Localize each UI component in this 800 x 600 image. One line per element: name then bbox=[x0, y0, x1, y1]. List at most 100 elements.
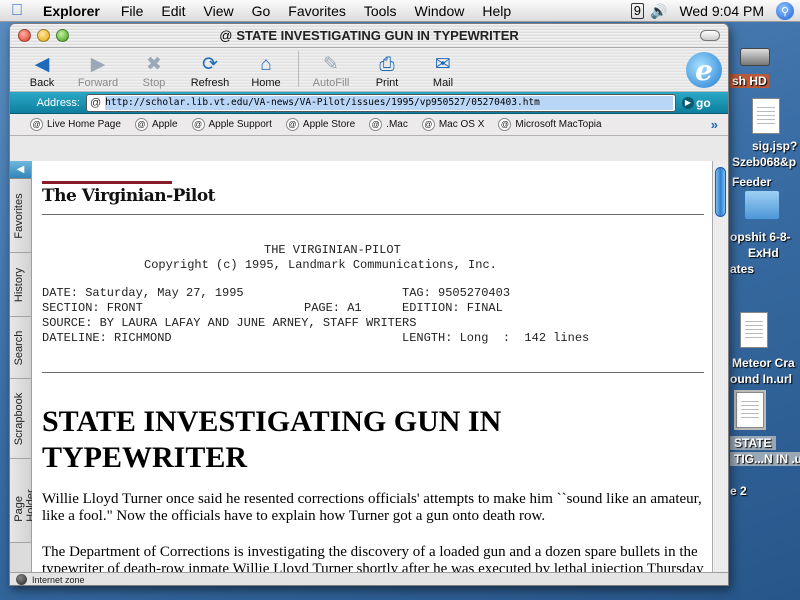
favorite-microsoft-mactopia[interactable]: @ Microsoft MacTopia bbox=[498, 118, 602, 131]
file-icon[interactable] bbox=[752, 98, 780, 134]
favorite-live-home-page[interactable]: @ Live Home Page bbox=[30, 118, 121, 131]
meta-dateline: DATELINE: RICHMOND bbox=[42, 331, 172, 345]
browser-window: @ STATE INVESTIGATING GUN IN TYPEWRITER … bbox=[9, 23, 729, 586]
forward-button[interactable]: ▶ Forward bbox=[70, 53, 126, 91]
refresh-button[interactable]: ⟳ Refresh bbox=[182, 53, 238, 91]
menu-favorites[interactable]: Favorites bbox=[279, 3, 355, 19]
home-button[interactable]: ⌂ Home bbox=[238, 53, 294, 91]
menu-go[interactable]: Go bbox=[243, 3, 280, 19]
back-label: Back bbox=[29, 77, 55, 89]
stop-label: Stop bbox=[142, 77, 166, 89]
tab-search[interactable]: Search bbox=[10, 317, 31, 379]
explorer-bar-tabs: ◀ Favorites History Search Scrapbook Pag… bbox=[10, 161, 37, 572]
tab-search-label: Search bbox=[13, 330, 25, 365]
apple-menu-icon[interactable]:  bbox=[0, 2, 34, 20]
favorite-label: Mac OS X bbox=[438, 119, 485, 130]
home-label: Home bbox=[251, 77, 281, 89]
url-file-icon[interactable] bbox=[740, 312, 768, 348]
go-button[interactable]: ▶ go bbox=[682, 96, 711, 110]
meta-source: SOURCE: BY LAURA LAFAY AND JUNE ARNEY, S… bbox=[42, 316, 417, 330]
menu-edit[interactable]: Edit bbox=[152, 3, 194, 19]
go-label: go bbox=[696, 95, 711, 110]
favorite-dotmac[interactable]: @ .Mac bbox=[369, 118, 408, 131]
menu-file[interactable]: File bbox=[112, 3, 153, 19]
menu-clock[interactable]: Wed 9:04 PM bbox=[673, 3, 770, 19]
explorer-bar-toggle-icon[interactable]: ◀ bbox=[10, 161, 31, 179]
zoom-button[interactable] bbox=[56, 29, 69, 42]
menu-tools[interactable]: Tools bbox=[355, 3, 406, 19]
menu-window[interactable]: Window bbox=[406, 3, 474, 19]
address-field[interactable]: @ bbox=[86, 93, 676, 112]
status-bar: Internet zone bbox=[10, 572, 728, 585]
favorite-label: .Mac bbox=[386, 119, 408, 130]
favorite-label: Apple bbox=[151, 119, 178, 130]
header-publication: THE VIRGINIAN-PILOT bbox=[264, 243, 401, 257]
title-bar[interactable]: @ STATE INVESTIGATING GUN IN TYPEWRITER bbox=[10, 24, 728, 48]
tab-history-label: History bbox=[13, 267, 25, 302]
favorite-label: Microsoft MacTopia bbox=[515, 119, 602, 130]
toolbar-toggle-button[interactable] bbox=[700, 30, 720, 41]
address-globe-icon: @ bbox=[90, 96, 102, 109]
back-button[interactable]: ◀ Back bbox=[14, 53, 70, 91]
menu-view[interactable]: View bbox=[195, 3, 243, 19]
spotlight-search-icon[interactable]: ⚲ bbox=[776, 2, 794, 20]
folder-label-2: ExHd bbox=[748, 246, 779, 260]
favorite-globe-icon: @ bbox=[498, 118, 512, 131]
print-button[interactable]: ⎙ Print bbox=[359, 53, 415, 91]
toolbar-separator bbox=[298, 51, 299, 87]
close-button[interactable] bbox=[18, 29, 31, 42]
volume-icon[interactable]: 🔊 bbox=[644, 3, 673, 20]
favorite-label: Apple Support bbox=[208, 119, 272, 130]
selected-url-file-icon[interactable] bbox=[734, 390, 766, 430]
print-label: Print bbox=[375, 77, 399, 89]
autofill-button[interactable]: ✎ AutoFill bbox=[303, 53, 359, 91]
favorite-apple-support[interactable]: @ Apple Support bbox=[191, 118, 272, 131]
favorite-mac-os-x[interactable]: @ Mac OS X bbox=[421, 118, 485, 131]
minimize-button[interactable] bbox=[37, 29, 50, 42]
hard-drive-icon[interactable] bbox=[740, 48, 770, 66]
divider-bottom bbox=[42, 372, 704, 373]
selected-label-2: TIG...N IN .u bbox=[730, 452, 800, 466]
menu-bar:  Explorer File Edit View Go Favorites T… bbox=[0, 0, 800, 22]
status-zone: Internet zone bbox=[32, 574, 85, 585]
script-menu-icon[interactable]: 9 bbox=[630, 3, 644, 19]
menu-help[interactable]: Help bbox=[473, 3, 520, 19]
more-favorites-chevron-icon[interactable]: » bbox=[711, 117, 718, 132]
tab-scrapbook[interactable]: Scrapbook bbox=[10, 379, 31, 459]
tab-favorites[interactable]: Favorites bbox=[10, 179, 31, 253]
article-headline: STATE INVESTIGATING GUN IN TYPEWRITER bbox=[42, 405, 502, 474]
meta-tag: TAG: 9505270403 bbox=[402, 286, 511, 300]
address-input[interactable] bbox=[105, 95, 674, 110]
favorite-apple[interactable]: @ Apple bbox=[134, 118, 178, 131]
autofill-pen-icon: ✎ bbox=[323, 54, 339, 75]
scroll-thumb[interactable] bbox=[715, 167, 726, 217]
mail-envelope-icon: ✉ bbox=[435, 54, 451, 75]
folder-label-3: ates bbox=[730, 262, 755, 276]
tab-history[interactable]: History bbox=[10, 253, 31, 317]
meta-length: LENGTH: Long : 142 lines bbox=[402, 331, 590, 345]
favorite-apple-store[interactable]: @ Apple Store bbox=[285, 118, 356, 131]
masthead-name: The Virginian-Pilot bbox=[42, 186, 216, 206]
internet-explorer-logo-icon: e bbox=[686, 52, 722, 88]
go-arrow-icon: ▶ bbox=[682, 96, 694, 109]
favorites-bar: @ Live Home Page @ Apple @ Apple Support @ A… bbox=[10, 114, 728, 136]
vertical-scrollbar[interactable] bbox=[712, 161, 728, 572]
mail-label: Mail bbox=[432, 77, 454, 89]
article-paragraph-1: Willie Lloyd Turner once said he resente… bbox=[42, 491, 702, 524]
mail-button[interactable]: ✉ Mail bbox=[415, 53, 471, 91]
favorite-globe-icon: @ bbox=[421, 118, 435, 131]
forward-arrow-icon: ▶ bbox=[90, 54, 106, 75]
stop-button[interactable]: ✖ Stop bbox=[126, 53, 182, 91]
app-menu[interactable]: Explorer bbox=[34, 3, 112, 19]
tab-page-holder[interactable]: Page Holder bbox=[10, 459, 37, 543]
address-bar: Address: @ ▶ go bbox=[10, 92, 728, 114]
folder-icon[interactable] bbox=[744, 190, 780, 220]
page-globe-icon: @ bbox=[219, 28, 233, 43]
autofill-label: AutoFill bbox=[312, 77, 350, 89]
back-arrow-icon: ◀ bbox=[34, 54, 50, 75]
file-label-3: Feeder bbox=[732, 175, 772, 189]
forward-label: Forward bbox=[77, 77, 119, 89]
header-copyright: Copyright (c) 1995, Landmark Communicati… bbox=[144, 258, 497, 272]
home-icon: ⌂ bbox=[260, 54, 272, 75]
favorite-label: Apple Store bbox=[302, 119, 356, 130]
